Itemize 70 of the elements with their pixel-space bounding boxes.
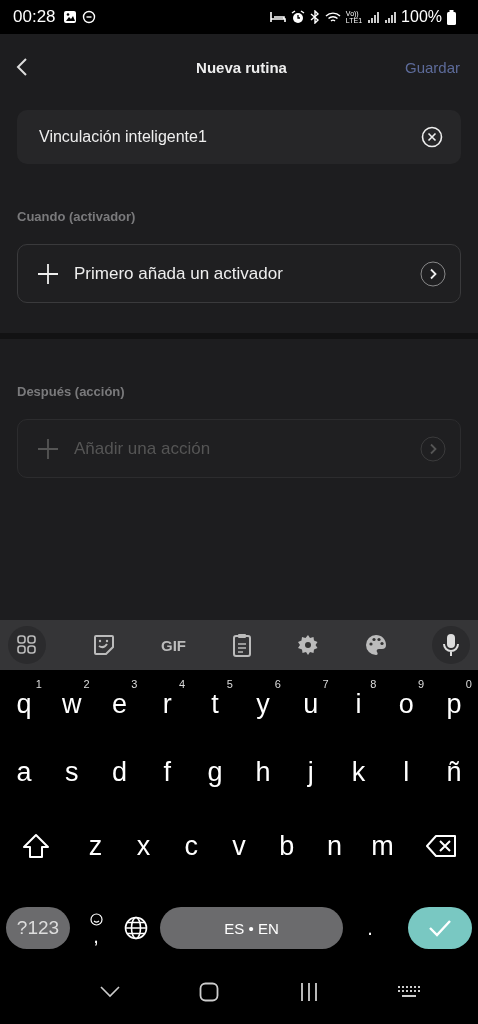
recents-icon[interactable] bbox=[298, 983, 319, 1001]
bed-icon bbox=[269, 11, 286, 23]
shift-icon[interactable] bbox=[21, 833, 50, 859]
keyboard-key[interactable]: k bbox=[334, 746, 383, 798]
signal-icon bbox=[384, 11, 397, 23]
keyboard-key[interactable]: v bbox=[215, 820, 263, 872]
status-time: 00:28 bbox=[13, 7, 56, 27]
space-key[interactable]: ES • EN bbox=[160, 907, 343, 949]
keyboard-key[interactable]: 1 q bbox=[0, 678, 48, 730]
backspace-icon[interactable] bbox=[426, 834, 459, 858]
check-icon bbox=[428, 919, 452, 937]
alarm-icon bbox=[290, 10, 305, 24]
keyboard-key[interactable]: 9 o bbox=[382, 678, 431, 730]
keyboard-key[interactable]: g bbox=[191, 746, 239, 798]
keyboard-key[interactable]: 8 i bbox=[334, 678, 383, 730]
page-title: Nueva rutina bbox=[195, 58, 288, 76]
name-input-field[interactable]: Vinculación inteligente1 bbox=[17, 110, 461, 164]
hide-keyboard-icon[interactable] bbox=[99, 986, 120, 998]
plus-icon bbox=[37, 262, 59, 285]
chevron-icon bbox=[420, 260, 446, 287]
clipboard-icon[interactable] bbox=[231, 633, 252, 657]
keyboard-key[interactable]: f bbox=[143, 746, 192, 798]
battery-icon bbox=[447, 9, 456, 25]
apps-grid-icon[interactable] bbox=[8, 626, 46, 664]
keyboard-key[interactable]: 5 t bbox=[191, 678, 239, 730]
keyboard-key[interactable]: n bbox=[310, 820, 359, 872]
keyboard-key[interactable]: x bbox=[119, 820, 168, 872]
sticker-icon[interactable] bbox=[91, 633, 116, 657]
keyboard-key[interactable]: 4 r bbox=[143, 678, 192, 730]
keyboard-icon[interactable] bbox=[398, 986, 421, 998]
keyboard-key[interactable]: ñ bbox=[430, 746, 478, 798]
symbols-key[interactable]: ?123 bbox=[6, 907, 70, 949]
keyboard-key[interactable]: a bbox=[0, 746, 48, 798]
plus-icon bbox=[37, 437, 59, 460]
keyboard-key[interactable]: j bbox=[286, 746, 335, 798]
keyboard-key[interactable]: h bbox=[239, 746, 287, 798]
home-icon[interactable] bbox=[199, 982, 220, 1002]
keyboard-key[interactable]: d bbox=[95, 746, 144, 798]
keyboard-key[interactable]: b bbox=[262, 820, 311, 872]
section-label: Cuando (activador) bbox=[17, 209, 137, 224]
keyboard-key[interactable]: m bbox=[358, 820, 407, 872]
keyboard-key[interactable]: 6 y bbox=[239, 678, 287, 730]
image-icon bbox=[62, 10, 77, 24]
keyboard-key[interactable]: s bbox=[47, 746, 96, 798]
add-card[interactable]: Primero añada un activador bbox=[17, 244, 461, 303]
keyboard-key[interactable]: c bbox=[167, 820, 216, 872]
back-icon[interactable] bbox=[16, 57, 28, 77]
wifi-icon bbox=[324, 10, 341, 24]
period-key[interactable]: . bbox=[343, 920, 397, 936]
do-not-disturb-icon bbox=[81, 10, 96, 24]
keyboard-key[interactable]: z bbox=[71, 820, 120, 872]
clear-icon[interactable] bbox=[421, 126, 443, 148]
comma-key[interactable]: , bbox=[93, 927, 99, 944]
keyboard-key[interactable]: l bbox=[382, 746, 431, 798]
section-label: Después (acción) bbox=[17, 384, 126, 399]
palette-icon[interactable] bbox=[364, 634, 387, 656]
keyboard-key[interactable]: 0 p bbox=[430, 678, 478, 730]
enter-key[interactable] bbox=[408, 907, 472, 949]
chevron-icon bbox=[420, 435, 446, 462]
bluetooth-icon bbox=[309, 10, 320, 24]
globe-icon[interactable] bbox=[124, 916, 148, 940]
gif-button[interactable]: GIF bbox=[161, 636, 186, 654]
keyboard-key[interactable]: 2 w bbox=[47, 678, 96, 730]
battery-percent: 100% bbox=[401, 8, 442, 26]
signal-icon bbox=[367, 11, 380, 23]
emoji-icon bbox=[89, 912, 103, 926]
keyboard-key[interactable]: 7 u bbox=[286, 678, 335, 730]
keyboard-key[interactable]: 3 e bbox=[95, 678, 144, 730]
microphone-icon[interactable] bbox=[432, 626, 470, 664]
settings-icon[interactable] bbox=[297, 634, 319, 656]
